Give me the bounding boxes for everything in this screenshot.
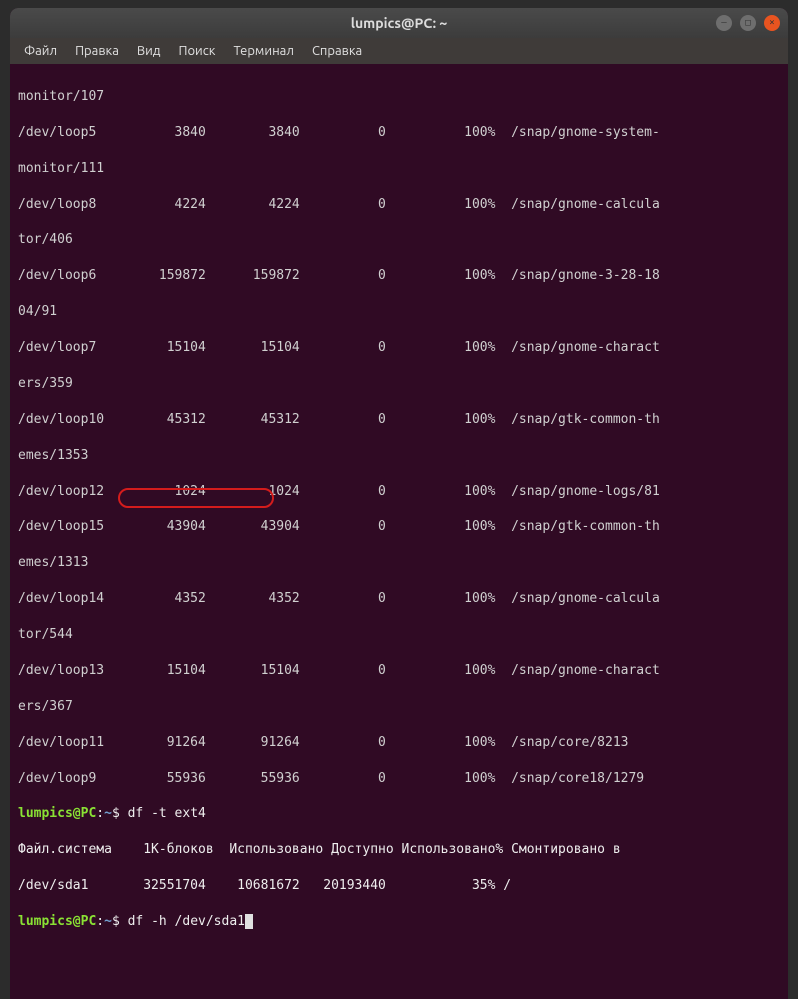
output-line: /dev/loop13 15104 15104 0 100% /snap/gno… xyxy=(18,662,780,680)
menubar: Файл Правка Вид Поиск Терминал Справка xyxy=(10,38,788,64)
prompt-path: ~ xyxy=(104,806,112,821)
output-line: /dev/loop6 159872 159872 0 100% /snap/gn… xyxy=(18,267,780,285)
maximize-button[interactable]: □ xyxy=(740,15,756,31)
close-button[interactable]: × xyxy=(764,15,780,31)
prompt-colon: : xyxy=(96,914,104,929)
output-line: /dev/loop15 43904 43904 0 100% /snap/gtk… xyxy=(18,518,780,536)
menu-edit[interactable]: Правка xyxy=(75,44,119,58)
output-line: tor/406 xyxy=(18,231,780,249)
output-line: /dev/loop14 4352 4352 0 100% /snap/gnome… xyxy=(18,590,780,608)
output-line: ers/367 xyxy=(18,698,780,716)
output-line: tor/544 xyxy=(18,626,780,644)
df-header: Файл.система 1K-блоков Использовано Дост… xyxy=(18,841,780,859)
output-line: emes/1313 xyxy=(18,554,780,572)
command-text: df -h /dev/sda1 xyxy=(128,914,245,929)
output-line: /dev/loop12 1024 1024 0 100% /snap/gnome… xyxy=(18,483,780,501)
terminal-body[interactable]: monitor/107 /dev/loop5 3840 3840 0 100% … xyxy=(10,64,788,999)
output-line: /dev/loop5 3840 3840 0 100% /snap/gnome-… xyxy=(18,124,780,142)
output-line: /dev/loop8 4224 4224 0 100% /snap/gnome-… xyxy=(18,196,780,214)
output-line: 04/91 xyxy=(18,303,780,321)
output-line: /dev/loop11 91264 91264 0 100% /snap/cor… xyxy=(18,734,780,752)
prompt-dollar: $ xyxy=(112,806,120,821)
prompt-colon: : xyxy=(96,806,104,821)
output-line: /dev/loop9 55936 55936 0 100% /snap/core… xyxy=(18,770,780,788)
prompt-path: ~ xyxy=(104,914,112,929)
df-data: /dev/sda1 32551704 10681672 20193440 35%… xyxy=(18,877,780,895)
output-line: /dev/loop7 15104 15104 0 100% /snap/gnom… xyxy=(18,339,780,357)
menu-search[interactable]: Поиск xyxy=(178,44,215,58)
output-line: ers/359 xyxy=(18,375,780,393)
output-line: /dev/loop10 45312 45312 0 100% /snap/gtk… xyxy=(18,411,780,429)
window-title: lumpics@PC: ~ xyxy=(351,15,448,31)
cursor xyxy=(245,914,253,929)
output-line: emes/1353 xyxy=(18,447,780,465)
window-controls: – □ × xyxy=(716,15,780,31)
prompt-line-1: lumpics@PC:~$ df -t ext4 xyxy=(18,805,780,823)
minimize-button[interactable]: – xyxy=(716,15,732,31)
menu-file[interactable]: Файл xyxy=(24,44,57,58)
output-line: monitor/111 xyxy=(18,160,780,178)
menu-terminal[interactable]: Терминал xyxy=(233,44,293,58)
menu-view[interactable]: Вид xyxy=(137,44,161,58)
titlebar[interactable]: lumpics@PC: ~ – □ × xyxy=(10,8,788,38)
output-line: monitor/107 xyxy=(18,88,780,106)
command-text: df -t ext4 xyxy=(128,806,206,821)
prompt-line-2: lumpics@PC:~$ df -h /dev/sda1 xyxy=(18,913,780,931)
terminal-window: lumpics@PC: ~ – □ × Файл Правка Вид Поис… xyxy=(10,8,788,999)
prompt-user: lumpics@PC xyxy=(18,914,96,929)
prompt-dollar: $ xyxy=(112,914,120,929)
menu-help[interactable]: Справка xyxy=(312,44,362,58)
prompt-user: lumpics@PC xyxy=(18,806,96,821)
